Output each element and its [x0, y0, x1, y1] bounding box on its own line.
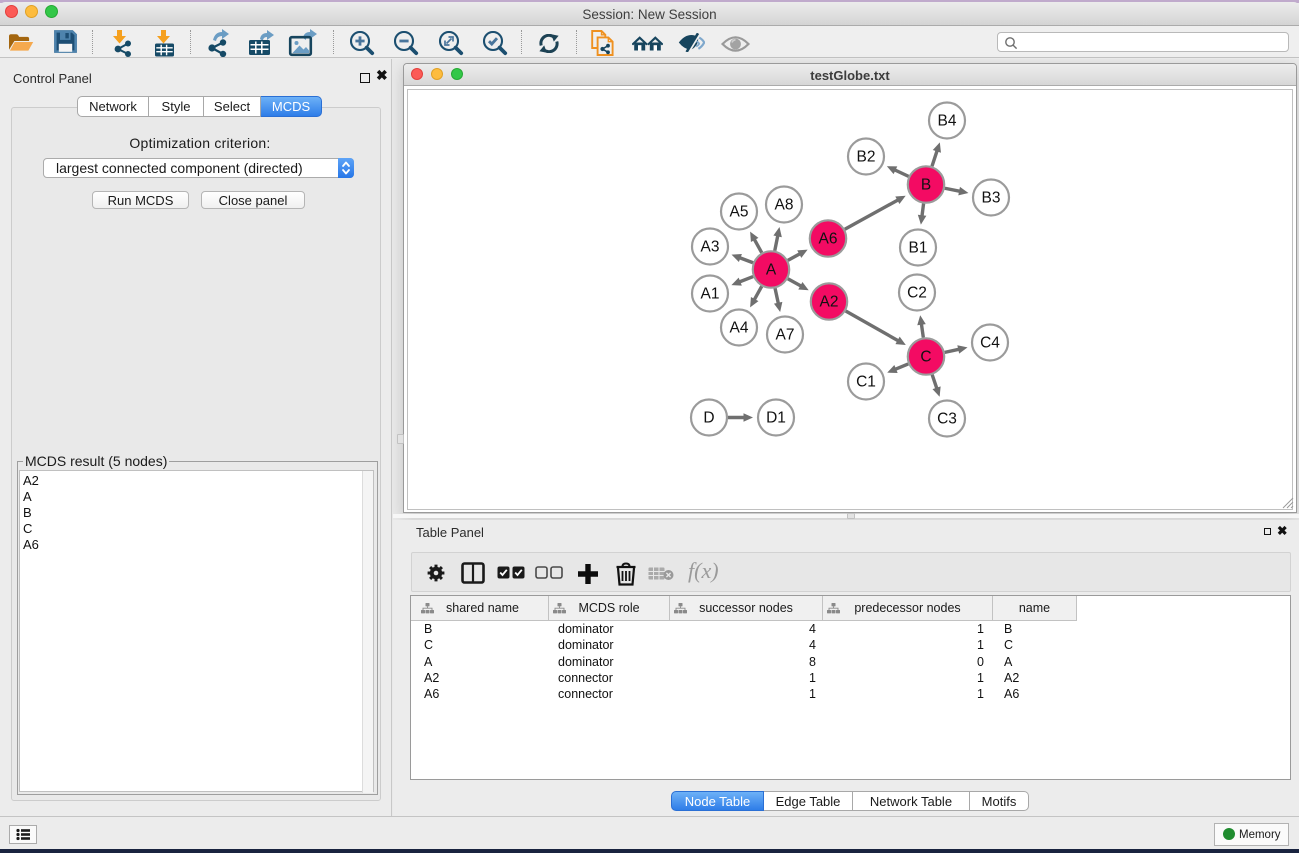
svg-text:D: D	[703, 410, 714, 427]
svg-text:C1: C1	[856, 374, 876, 391]
svg-text:B: B	[921, 177, 931, 194]
svg-text:D1: D1	[766, 410, 786, 427]
svg-text:C2: C2	[907, 285, 927, 302]
svg-text:A8: A8	[775, 197, 794, 214]
svg-text:B1: B1	[909, 240, 928, 257]
svg-text:A4: A4	[730, 320, 749, 337]
svg-text:B4: B4	[938, 113, 957, 130]
svg-text:A5: A5	[730, 204, 749, 221]
svg-text:A6: A6	[819, 231, 838, 248]
svg-text:A2: A2	[820, 294, 839, 311]
svg-text:A1: A1	[701, 286, 720, 303]
svg-text:A7: A7	[776, 327, 795, 344]
svg-text:A: A	[766, 262, 777, 279]
svg-text:C: C	[920, 349, 931, 366]
svg-text:C4: C4	[980, 335, 1000, 352]
svg-text:B3: B3	[982, 190, 1001, 207]
svg-text:C3: C3	[937, 411, 957, 428]
svg-text:A3: A3	[701, 239, 720, 256]
svg-text:B2: B2	[857, 149, 876, 166]
